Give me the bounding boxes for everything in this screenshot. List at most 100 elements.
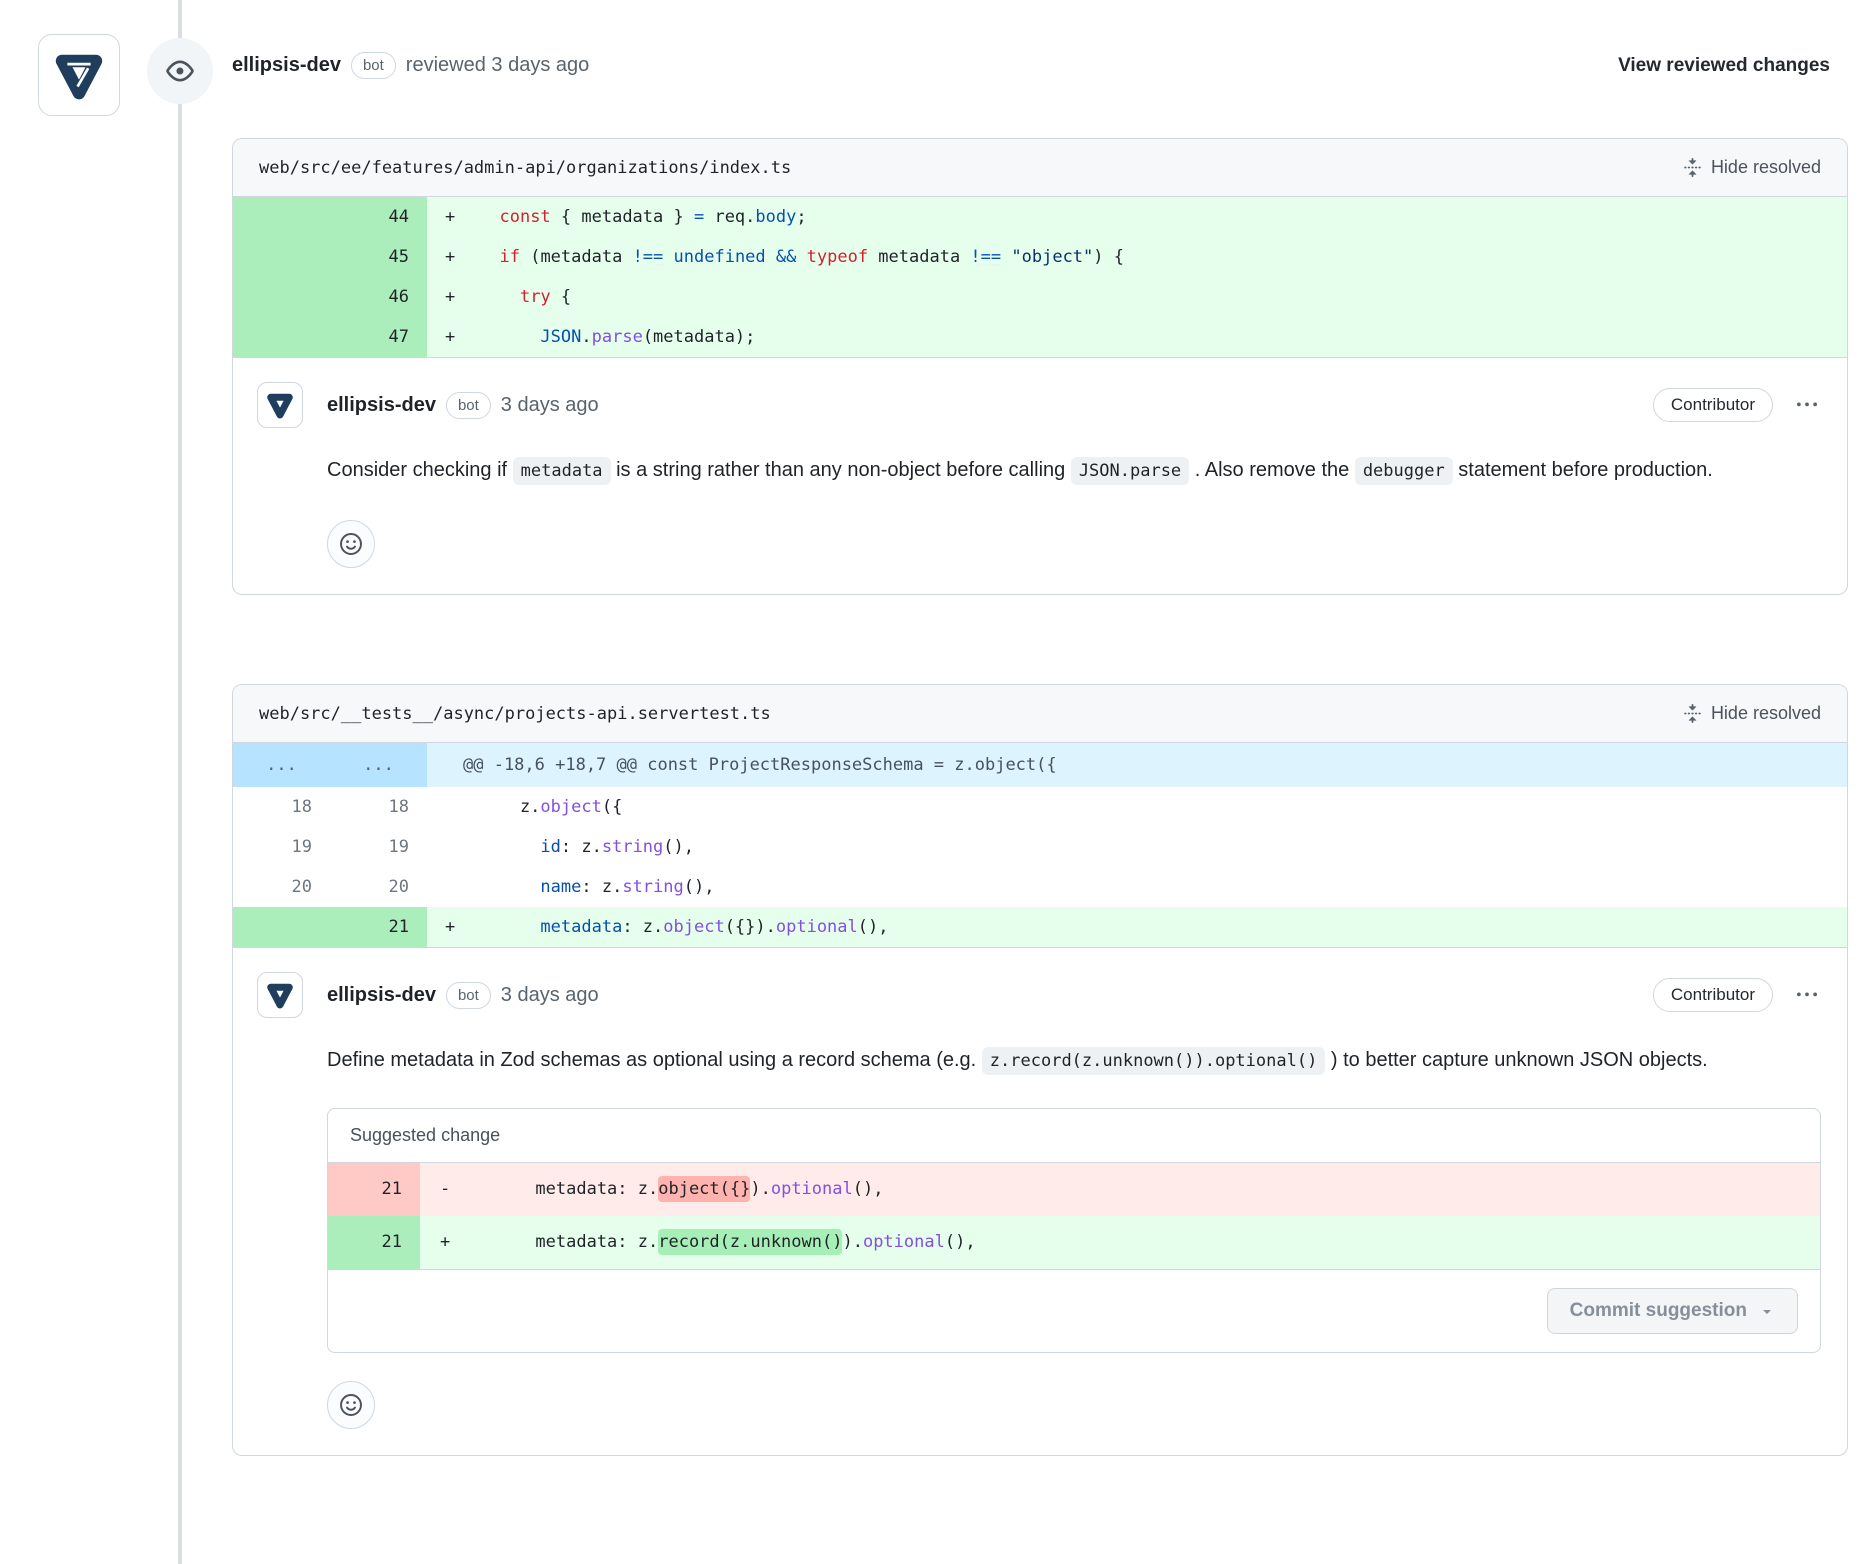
hunk-gutter-dots[interactable]: ...: [233, 743, 330, 787]
contributor-badge: Contributor: [1653, 978, 1773, 1012]
code-token: if: [499, 247, 519, 267]
hunk-gutter-dots[interactable]: ...: [330, 743, 427, 787]
diff-line: 21 + metadata: z.object({}).optional(),: [233, 907, 1847, 947]
diff-marker: -: [420, 1163, 474, 1216]
eye-icon: [166, 57, 194, 85]
suggestion-footer: Commit suggestion: [328, 1269, 1820, 1352]
code-token: ) {: [1093, 247, 1124, 267]
code-token: ).: [842, 1232, 862, 1252]
file-path-link[interactable]: web/src/__tests__/async/projects-api.ser…: [259, 704, 771, 724]
code-line: id: z.string(),: [479, 827, 1847, 867]
new-line-number: 44: [330, 197, 427, 237]
code-token: ({: [602, 797, 622, 817]
diff-line: 19 19 id: z.string(),: [233, 827, 1847, 867]
diff-marker: +: [427, 277, 479, 317]
review-event-badge: [147, 38, 213, 104]
comment-menu-button[interactable]: [1793, 981, 1821, 1009]
file-path-link[interactable]: web/src/ee/features/admin-api/organizati…: [259, 158, 791, 178]
ellipsis-dev-logo-icon: [264, 389, 296, 421]
code-token: (metadata);: [643, 327, 756, 347]
code-token: string: [622, 877, 683, 897]
old-line-number: 19: [233, 827, 330, 867]
diff-line: 46 + try {: [233, 277, 1847, 317]
code-token: (metadata: [520, 247, 633, 267]
old-line-number: 18: [233, 787, 330, 827]
code-token: (),: [858, 917, 889, 937]
comment-text: statement before production.: [1453, 459, 1713, 481]
bot-badge: bot: [446, 392, 491, 419]
code-token: .: [581, 327, 591, 347]
suggestion-deletion-line: 21 - metadata: z.object({}).optional(),: [328, 1163, 1820, 1216]
code-line: JSON.parse(metadata);: [479, 317, 1847, 357]
code-token-removed: object({}: [658, 1176, 750, 1202]
code-token: !==: [633, 247, 664, 267]
diff-line: 20 20 name: z.string(),: [233, 867, 1847, 907]
reviewer-name[interactable]: ellipsis-dev: [232, 54, 341, 77]
inline-code: metadata: [513, 457, 611, 485]
code-token: parse: [592, 327, 643, 347]
inline-code: z.record(z.unknown()).optional(): [982, 1047, 1326, 1075]
code-token: z.: [479, 797, 540, 817]
code-token: id: [540, 837, 560, 857]
kebab-icon: [1797, 985, 1817, 1005]
code-token: {: [551, 287, 571, 307]
code-token: { metadata }: [551, 207, 694, 227]
diff-marker: +: [427, 907, 479, 947]
new-line-number: 19: [330, 827, 427, 867]
add-reaction-button[interactable]: [327, 520, 375, 568]
code-token: ;: [796, 207, 806, 227]
code-token: metadata: z.: [474, 1232, 658, 1252]
hide-resolved-button[interactable]: Hide resolved: [1683, 703, 1821, 724]
diff-marker: [427, 827, 479, 867]
diff-block: 44 + const { metadata } = req.body; 45 +…: [233, 197, 1847, 358]
code-token: JSON: [540, 327, 581, 347]
old-line-number: [233, 237, 330, 277]
code-token: ({}).: [725, 917, 776, 937]
code-token: [479, 877, 540, 897]
code-token: const: [499, 207, 550, 227]
comment-text: is a string rather than any non-object b…: [611, 459, 1071, 481]
comment-body: Define metadata in Zod schemas as option…: [327, 1038, 1821, 1082]
code-line: if (metadata !== undefined && typeof met…: [479, 237, 1847, 277]
code-token-added: record(z.unknown(): [658, 1229, 842, 1255]
hide-resolved-button[interactable]: Hide resolved: [1683, 157, 1821, 178]
add-reaction-button[interactable]: [327, 1381, 375, 1429]
diff-block: ... ... @@ -18,6 +18,7 @@ const ProjectR…: [233, 743, 1847, 948]
commit-suggestion-button[interactable]: Commit suggestion: [1547, 1288, 1798, 1334]
code-token: name: [540, 877, 581, 897]
code-token: [479, 327, 540, 347]
hide-resolved-label: Hide resolved: [1711, 703, 1821, 724]
code-line: const { metadata } = req.body;: [479, 197, 1847, 237]
comment-author[interactable]: ellipsis-dev: [327, 394, 436, 417]
comment-avatar[interactable]: [257, 382, 303, 428]
smiley-icon: [338, 1392, 364, 1418]
review-action-text: reviewed 3 days ago: [406, 54, 589, 77]
code-token: metadata: [540, 917, 622, 937]
review-comment: ellipsis-dev bot 3 days ago Contributor …: [233, 358, 1847, 594]
code-line: metadata: z.record(z.unknown()).optional…: [474, 1216, 1820, 1269]
comment-timestamp[interactable]: 3 days ago: [501, 984, 599, 1007]
reviewer-avatar[interactable]: [38, 34, 120, 116]
comment-author[interactable]: ellipsis-dev: [327, 984, 436, 1007]
old-line-number: [233, 197, 330, 237]
code-token: object: [540, 797, 601, 817]
comment-avatar[interactable]: [257, 972, 303, 1018]
code-token: [766, 247, 776, 267]
code-token: (),: [853, 1179, 884, 1199]
ellipsis-dev-logo-icon: [50, 46, 108, 104]
comment-timestamp[interactable]: 3 days ago: [501, 394, 599, 417]
diff-marker: +: [420, 1216, 474, 1269]
commit-suggestion-label: Commit suggestion: [1570, 1300, 1747, 1322]
code-token: [479, 917, 540, 937]
code-token: [796, 247, 806, 267]
hunk-header-line: ... ... @@ -18,6 +18,7 @@ const ProjectR…: [233, 743, 1847, 787]
file-header: web/src/ee/features/admin-api/organizati…: [233, 139, 1847, 197]
comment-menu-button[interactable]: [1793, 391, 1821, 419]
code-token: &&: [776, 247, 796, 267]
view-reviewed-changes-link[interactable]: View reviewed changes: [1618, 55, 1830, 77]
diff-marker: +: [427, 237, 479, 277]
code-token: [663, 247, 673, 267]
suggested-change-block: Suggested change 21 - metadata: z.object…: [327, 1108, 1821, 1353]
bot-badge: bot: [351, 52, 396, 79]
code-line: name: z.string(),: [479, 867, 1847, 907]
